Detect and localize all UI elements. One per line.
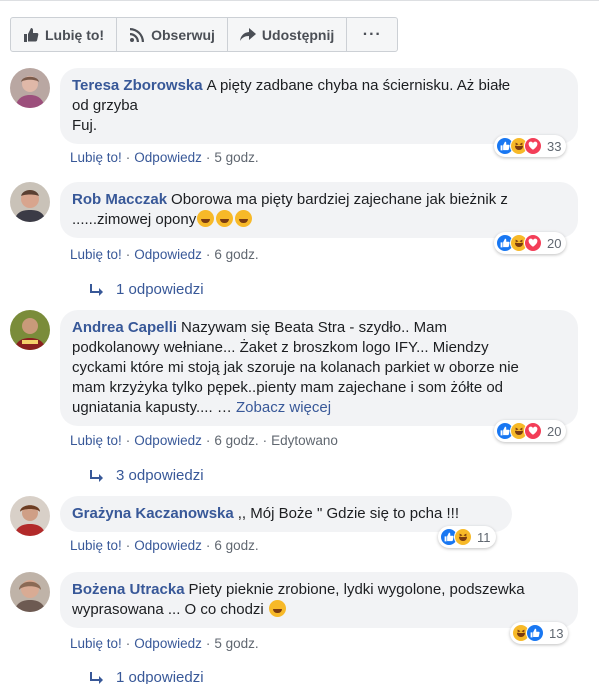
reply-link[interactable]: Odpowiedz — [134, 636, 202, 651]
view-replies-link[interactable]: 1 odpowiedzi — [90, 669, 204, 684]
comment-text: wyprasowana ... O co chodzi — [72, 601, 264, 618]
avatar[interactable] — [10, 310, 50, 350]
like-icon — [526, 624, 544, 642]
reply-arrow-icon — [90, 671, 103, 684]
like-comment-link[interactable]: Lubię to! — [70, 150, 122, 165]
share-button[interactable]: Udostępnij — [228, 18, 348, 51]
follow-button[interactable]: Obserwuj — [117, 18, 228, 51]
view-replies-link[interactable]: 3 odpowiedzi — [90, 467, 204, 484]
comment-actions: Lubię to! · Odpowiedz · 6 godz. — [70, 247, 259, 262]
love-icon — [524, 137, 542, 155]
comment-text: Nazywam się Beata Stra - szydło.. Mam — [181, 319, 447, 336]
avatar[interactable] — [10, 182, 50, 222]
love-icon — [524, 234, 542, 252]
top-divider — [0, 0, 599, 1]
comment-text: Fuj. — [72, 117, 98, 134]
reply-arrow-icon — [90, 283, 103, 296]
love-icon — [524, 422, 542, 440]
comment-time[interactable]: 6 godz. — [214, 247, 258, 262]
comment-bubble: Rob Macczak Oborowa ma pięty bardziej zaj… — [60, 182, 578, 238]
reaction-count: 20 — [547, 235, 562, 251]
edited-label[interactable]: Edytowano — [271, 433, 338, 448]
more-options-button[interactable]: ··· — [347, 18, 397, 51]
comment-text: ugniatania kapusty.... … — [72, 399, 232, 416]
rofl-emoji — [216, 210, 234, 227]
replies-count: 1 odpowiedzi — [116, 281, 204, 298]
reply-link[interactable]: Odpowiedz — [134, 247, 202, 262]
reaction-summary[interactable]: 13 — [510, 622, 569, 644]
comment-actions: Lubię to! · Odpowiedz · 5 godz. — [70, 636, 259, 651]
reply-link[interactable]: Odpowiedz — [134, 150, 202, 165]
avatar[interactable] — [10, 496, 50, 536]
like-page-button[interactable]: Lubię to! — [11, 18, 118, 51]
comment-actions: Lubię to! · Odpowiedz · 6 godz. · Edytowano — [70, 433, 338, 448]
rofl-emoji — [197, 210, 215, 227]
grinning-sweat-emoji — [268, 600, 286, 617]
reaction-count: 11 — [477, 529, 491, 545]
comment-bubble: Bożena Utracka Piety pieknie zrobione, ly… — [60, 572, 578, 628]
like-comment-link[interactable]: Lubię to! — [70, 538, 122, 553]
reaction-summary[interactable]: 33 — [494, 135, 567, 157]
comment-text: A pięty zadbane chyba na ściernisku. Aż … — [206, 77, 511, 94]
haha-icon — [454, 528, 472, 546]
share-arrow-icon — [239, 27, 256, 41]
reaction-count: 20 — [547, 423, 562, 439]
thumbs-up-icon — [24, 27, 39, 42]
reaction-summary[interactable]: 11 — [438, 526, 496, 548]
comment-text: Piety pieknie zrobione, lydki wygolone, … — [188, 581, 525, 598]
follow-label: Obserwuj — [151, 26, 215, 43]
replies-count: 3 odpowiedzi — [116, 467, 204, 484]
reply-arrow-icon — [90, 469, 103, 482]
replies-count: 1 odpowiedzi — [116, 669, 204, 684]
comment-bubble: Andrea Capelli Nazywam się Beata Stra - s… — [60, 310, 578, 426]
comment-author[interactable]: Andrea Capelli — [72, 319, 177, 336]
comment-text: od grzyba — [72, 97, 138, 114]
comment-actions: Lubię to! · Odpowiedz · 5 godz. — [70, 150, 259, 165]
reaction-count: 33 — [547, 138, 562, 154]
comment-text: Oborowa ma pięty bardziej zajechane jak … — [171, 191, 508, 208]
comment-author[interactable]: Bożena Utracka — [72, 581, 185, 598]
comment-time[interactable]: 6 godz. — [214, 433, 258, 448]
reaction-summary[interactable]: 20 — [494, 420, 567, 442]
comment-text: ......zimowej opony — [72, 211, 197, 228]
avatar[interactable] — [10, 68, 50, 108]
comment-actions: Lubię to! · Odpowiedz · 6 godz. — [70, 538, 259, 553]
reply-link[interactable]: Odpowiedz — [134, 433, 202, 448]
comment-author[interactable]: Grażyna Kaczanowska — [72, 505, 234, 522]
like-comment-link[interactable]: Lubię to! — [70, 433, 122, 448]
see-more-link[interactable]: Zobacz więcej — [236, 399, 331, 416]
reaction-count: 13 — [549, 625, 564, 641]
like-comment-link[interactable]: Lubię to! — [70, 636, 122, 651]
rofl-emoji — [235, 210, 253, 227]
post-action-toolbar: Lubię to! Obserwuj Udostępnij ··· — [10, 17, 399, 52]
comment-text: ,, Mój Boże " Gdzie się to pcha !!! — [237, 505, 460, 522]
comment-author[interactable]: Rob Macczak — [72, 191, 167, 208]
comment-time[interactable]: 5 godz. — [214, 150, 258, 165]
comment-text: cyckami które mi stoją jak szoruje na ko… — [72, 359, 519, 376]
more-icon: ··· — [362, 25, 382, 43]
comment-text: podkolanowy wełniane... Żaket z broszkom… — [72, 339, 489, 356]
comment-time[interactable]: 5 godz. — [214, 636, 258, 651]
rss-icon — [130, 27, 145, 42]
like-comment-link[interactable]: Lubię to! — [70, 247, 122, 262]
comment-text: mam krzyżyka tylko pępek..pienty mam zaj… — [72, 379, 504, 396]
view-replies-link[interactable]: 1 odpowiedzi — [90, 281, 204, 298]
reply-link[interactable]: Odpowiedz — [134, 538, 202, 553]
comment-author[interactable]: Teresa Zborowska — [72, 77, 203, 94]
like-page-label: Lubię to! — [45, 26, 105, 43]
comment-bubble: Teresa Zborowska A pięty zadbane chyba na… — [60, 68, 578, 144]
share-label: Udostępnij — [261, 26, 335, 43]
reaction-summary[interactable]: 20 — [494, 232, 567, 254]
avatar[interactable] — [10, 572, 50, 612]
comment-time[interactable]: 6 godz. — [214, 538, 258, 553]
